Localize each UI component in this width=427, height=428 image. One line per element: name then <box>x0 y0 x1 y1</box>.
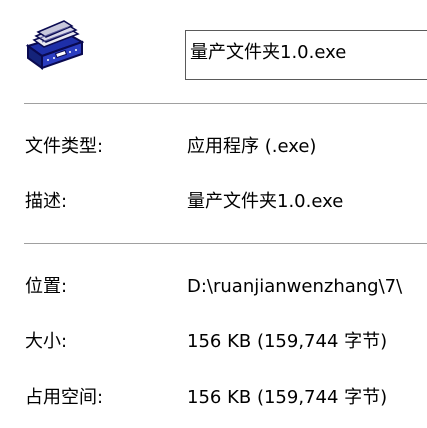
file-type-label: 文件类型: <box>25 136 104 157</box>
location-label: 位置: <box>25 276 68 297</box>
file-type-value: 应用程序 (.exe) <box>187 136 317 157</box>
size-label: 大小: <box>25 331 68 352</box>
size-on-disk-value: 156 KB (159,744 字节) <box>187 387 388 408</box>
file-cabinet-icon <box>25 20 84 70</box>
divider-top <box>24 103 427 104</box>
description-label: 描述: <box>25 191 68 212</box>
description-value: 量产文件夹1.0.exe <box>187 191 344 212</box>
location-value: D:\ruanjianwenzhang\7\ <box>187 276 403 297</box>
file-name-field[interactable]: 量产文件夹1.0.exe <box>185 30 427 80</box>
divider-middle <box>24 243 427 244</box>
size-on-disk-label: 占用空间: <box>25 387 104 408</box>
size-value: 156 KB (159,744 字节) <box>187 331 388 352</box>
